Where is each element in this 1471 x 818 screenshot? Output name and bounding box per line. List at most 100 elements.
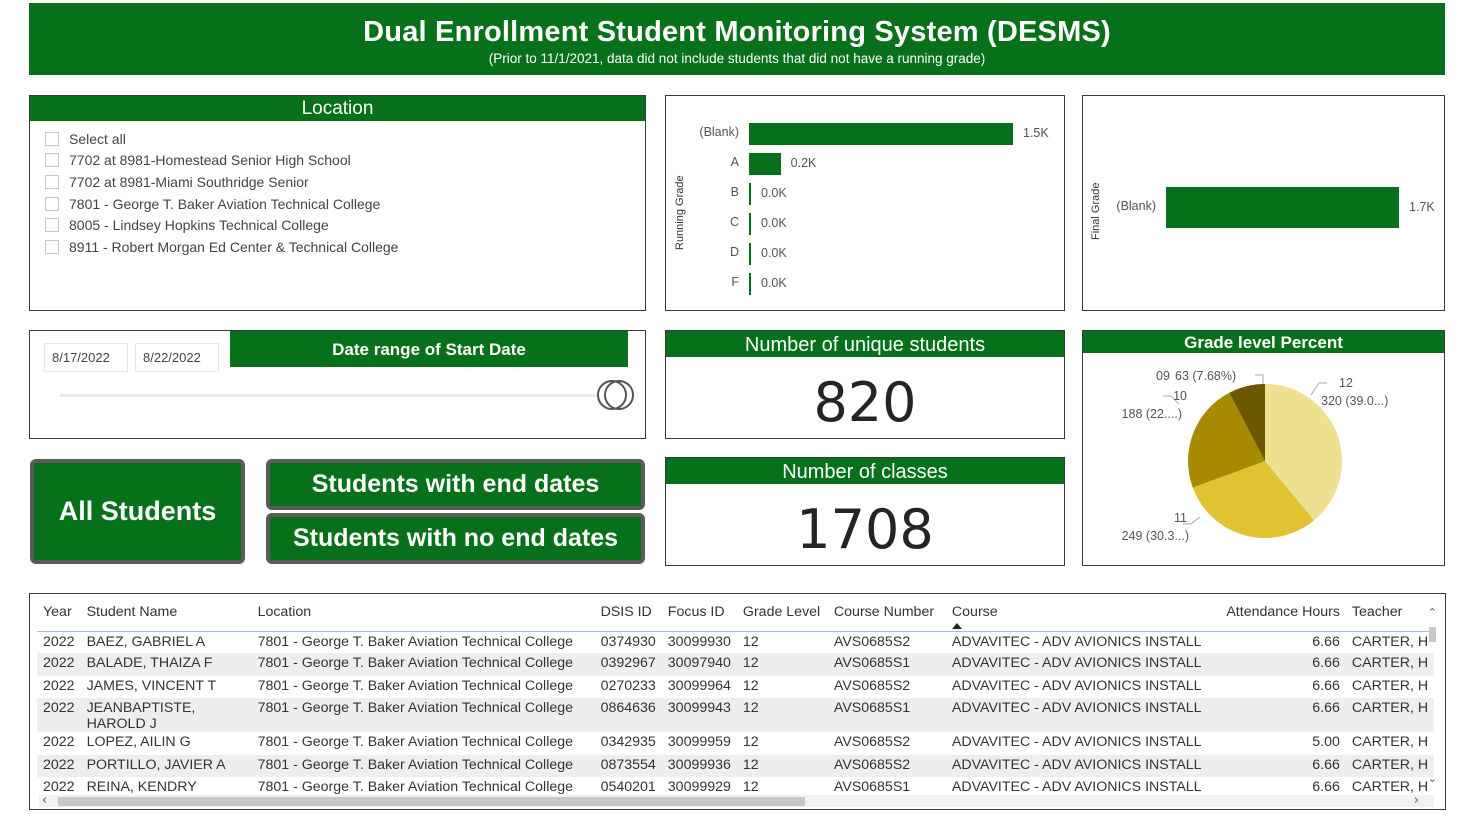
bar[interactable] [749,123,1013,145]
sort-ascending-icon [951,622,962,629]
bar[interactable] [749,213,751,235]
bar[interactable] [749,153,781,175]
date-slider-track[interactable] [60,394,620,397]
category-label: (Blank) [1116,198,1156,213]
table-cell-student-name: BALADE, THAIZA F [80,653,252,676]
location-option-select-all[interactable]: Select all [45,128,645,150]
scroll-left-icon[interactable]: ‹ [42,793,47,808]
column-header-dsis-id[interactable]: DSIS ID [594,594,662,632]
table-row[interactable]: 2022 LOPEZ, AILIN G 7801 - George T. Baker… [37,732,1434,754]
pie-data-label: 249 (30.3...) [1122,529,1189,543]
table-cell-focus-id: 30099930 [667,633,731,650]
table-cell-year: 2022 [43,734,75,751]
students-with-no-end-dates-button[interactable]: Students with no end dates [266,513,645,564]
table-cell-location: 7801 - George T. Baker Aviation Technica… [257,633,574,650]
table-cell-location: 7801 - George T. Baker Aviation Technica… [251,754,595,777]
scroll-down-icon[interactable]: ⌄ [1428,772,1437,785]
column-header-teacher[interactable]: Teacher [1345,594,1435,632]
students-with-end-dates-button[interactable]: Students with end dates [266,459,645,510]
table-cell-course-number: AVS0685S2 [833,677,911,694]
location-option[interactable]: 7702 at 8981-Homestead Senior High Schoo… [45,150,645,172]
checkbox[interactable] [45,239,59,254]
all-students-button[interactable]: All Students [30,459,245,564]
pie-data-label: 09 [1156,369,1170,383]
location-option[interactable]: 8911 - Robert Morgan Ed Center & Technic… [45,236,645,258]
table-row[interactable]: 2022 BALADE, THAIZA F 7801 - George T. Bak… [37,653,1435,676]
table-cell-student-name: JAMES, VINCENT T [86,677,217,694]
pie-data-label: 63 (7.68%) [1175,369,1236,383]
data-label: 0.0K [761,246,787,260]
end-date-input[interactable]: 8/22/2022 [135,343,219,372]
bar[interactable] [749,183,751,205]
bar[interactable] [749,243,751,265]
pie-data-label: 10 [1173,389,1187,403]
table-cell-student-name: BAEZ, GABRIEL A [86,633,206,650]
table-cell-course-number: AVS0685S2 [833,734,911,751]
location-option-label: 7702 at 8981-Homestead Senior High Schoo… [69,152,351,169]
column-header-grade-level[interactable]: Grade Level [736,594,828,632]
table-cell-course-number: AVS0685S2 [827,754,946,777]
table-cell-attendance-hours: 6.66 [1312,633,1340,650]
checkbox[interactable] [45,131,59,146]
checkbox[interactable] [45,196,59,211]
table-cell-teacher: CARTER, H [1345,653,1435,676]
checkbox[interactable] [45,174,59,189]
category-label: (Blank) [699,125,739,139]
column-header-student-name[interactable]: Student Name [80,594,252,632]
table-row[interactable]: 2022 JAMES, VINCENT T 7801 - George T. Bak… [37,676,1434,698]
table-cell-grade-level: 12 [736,698,828,733]
checkbox[interactable] [45,153,59,168]
start-date-input[interactable]: 8/17/2022 [44,343,128,372]
scroll-up-icon[interactable]: ⌃ [1428,606,1437,619]
table-row[interactable]: 2022 JEANBAPTISTE, HAROLD J 7801 - George … [37,698,1435,733]
classes-title: Number of classes [666,458,1064,484]
checkbox[interactable] [45,218,59,233]
table-cell-teacher: CARTER, H [1351,734,1429,751]
data-label: 0.0K [761,276,787,290]
location-option[interactable]: 7702 at 8981-Miami Southridge Senior [45,171,645,193]
column-header-focus-id[interactable]: Focus ID [661,594,737,632]
location-slicer: Location Select all 7702 at 8981-Homeste… [29,95,646,311]
location-list: Select all 7702 at 8981-Homestead Senior… [30,121,645,258]
table-cell-dsis-id: 0342935 [600,734,656,751]
bar[interactable] [749,273,751,295]
bar[interactable] [1166,187,1399,228]
column-header-attendance-hours[interactable]: Attendance Hours [1213,594,1346,632]
table-cell-student-name: JEANBAPTISTE, HAROLD J [80,698,252,733]
category-label: C [729,215,739,229]
table-cell-focus-id: 30099936 [661,754,737,777]
table-row[interactable]: 2022 BAEZ, GABRIEL A 7801 - George T. Bake… [37,631,1434,653]
location-option[interactable]: 8005 - Lindsey Hopkins Technical College [45,214,645,236]
table-cell-course-number: AVS0685S1 [827,698,946,733]
table-cell-course: ADVAVITEC - ADV AVIONICS INSTALL [951,633,1202,650]
column-header-year[interactable]: Year [37,594,81,632]
grade-level-pie-chart: Grade level Percent 12 320 (39.0...) 11 249… [1082,330,1445,566]
unique-students-value: 820 [813,371,917,434]
classes-value: 1708 [796,498,934,561]
table-row[interactable]: 2022 PORTILLO, JAVIER A 7801 - George T. B… [37,754,1435,777]
table-cell-year: 2022 [37,698,81,733]
table-cell-teacher: CARTER, H [1345,698,1435,733]
table-cell-attendance-hours: 5.00 [1312,734,1340,751]
data-label: 1.5K [1023,126,1049,140]
table-cell-year: 2022 [43,677,75,694]
table-cell-location: 7801 - George T. Baker Aviation Technica… [251,698,595,733]
scroll-right-icon[interactable]: › [1414,793,1419,808]
vertical-scroll-thumb[interactable] [1429,627,1436,642]
horizontal-scroll-thumb[interactable] [58,797,805,806]
table-cell-grade-level: 12 [742,734,759,751]
column-header-course[interactable]: Course [945,594,1214,632]
column-header-location[interactable]: Location [251,594,595,632]
pie-data-label: 12 [1339,376,1353,390]
date-slider-end-handle[interactable] [604,380,634,410]
classes-card: Number of classes 1708 [665,457,1065,566]
location-option[interactable]: 7801 - George T. Baker Aviation Technica… [45,193,645,215]
table-cell-dsis-id: 0270233 [600,677,656,694]
page-title: Dual Enrollment Student Monitoring Syste… [363,16,1111,48]
table-cell-focus-id: 30099959 [667,734,731,751]
table-cell-year: 2022 [37,653,81,676]
table-cell-location: 7801 - George T. Baker Aviation Technica… [257,734,574,751]
column-header-course-number[interactable]: Course Number [827,594,946,632]
pie-svg: 12 320 (39.0...) 11 249 (30.3...) 10 188 (22.… [1122,369,1389,543]
table-cell-location: 7801 - George T. Baker Aviation Technica… [257,677,574,694]
